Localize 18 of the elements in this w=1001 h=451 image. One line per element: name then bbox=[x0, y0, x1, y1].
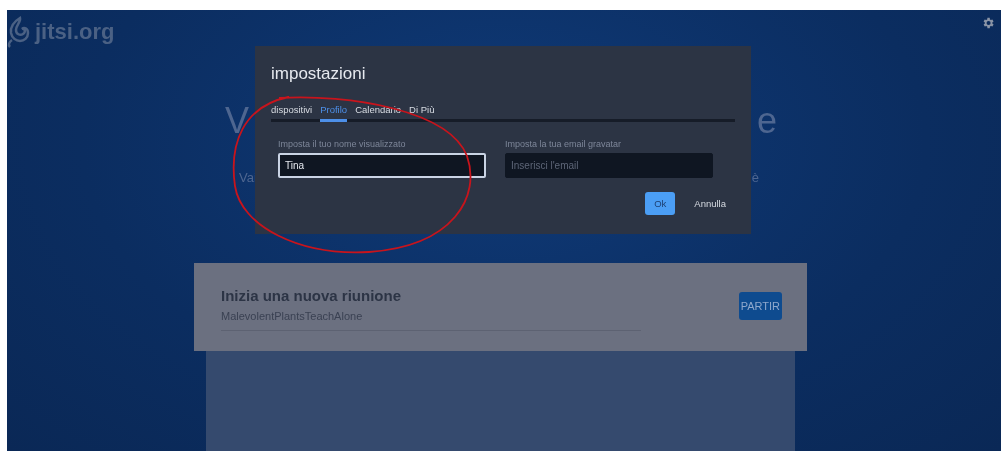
heading-text: e bbox=[756, 100, 777, 142]
intro-text: è bbox=[751, 170, 759, 185]
text-input[interactable]: Tina bbox=[278, 153, 486, 178]
heading-text: V bbox=[225, 100, 249, 142]
card-title: Inizia una nuova riunione bbox=[221, 287, 402, 304]
settings-tab[interactable]: Di Più bbox=[409, 104, 435, 122]
dialog-title: impostazioni bbox=[271, 64, 367, 84]
cancel-button[interactable]: Annulla bbox=[685, 192, 735, 215]
settings-tab[interactable]: Profilo bbox=[320, 104, 348, 122]
settings-tab[interactable]: dispositivi bbox=[271, 104, 313, 122]
settings-icon[interactable] bbox=[981, 16, 995, 30]
settings-tab[interactable]: Calendario bbox=[355, 104, 402, 122]
start-button[interactable]: PARTIR bbox=[738, 292, 782, 320]
text-input[interactable]: Inserisci l'email bbox=[505, 153, 713, 178]
field-label: Imposta la tua email gravatar bbox=[505, 139, 623, 149]
field-label: Imposta il tuo nome visualizzato bbox=[278, 139, 407, 149]
ok-button[interactable]: Ok bbox=[645, 192, 676, 215]
logo-text: jitsi.org bbox=[35, 19, 115, 45]
